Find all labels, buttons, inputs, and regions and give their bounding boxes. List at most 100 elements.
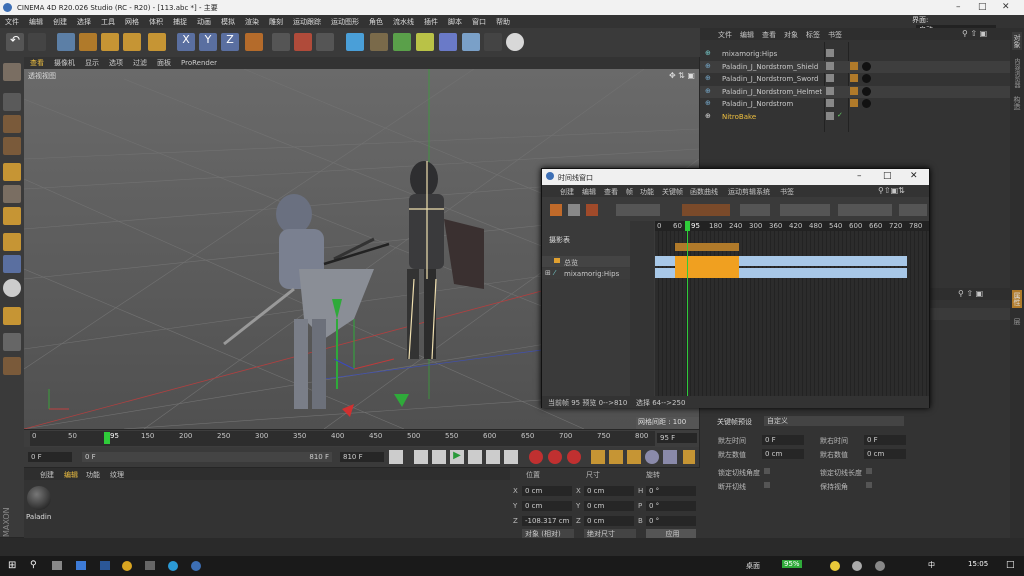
battery-indicator[interactable]: 95% (782, 560, 802, 568)
workplane-icon[interactable] (3, 137, 21, 155)
tl-minimize-button[interactable]: – (857, 171, 862, 181)
vp-menu-filter[interactable]: 过滤 (127, 57, 151, 68)
menu-render[interactable]: 渲染 (240, 15, 264, 27)
tl-fcurve-mode-icon[interactable] (568, 204, 580, 216)
vp-menu-prorender[interactable]: ProRender (175, 58, 221, 67)
rot-h-field[interactable]: 0 ° (646, 486, 696, 496)
size-x-field[interactable]: 0 cm (584, 486, 634, 496)
mat-menu-function[interactable]: 功能 (86, 470, 100, 480)
app-icon[interactable] (145, 561, 155, 570)
record-param-icon[interactable] (645, 450, 659, 464)
material-tag-icon[interactable] (862, 87, 871, 96)
play-icon[interactable]: ▶ (450, 450, 464, 464)
obj-menu-view[interactable]: 查看 (762, 30, 776, 40)
points-mode-icon[interactable] (3, 163, 21, 181)
clock[interactable]: 15:05 (968, 560, 988, 568)
object-row[interactable]: ⊕ Paladin_J_Nordstrom_Shield (700, 61, 1010, 73)
tag-icon[interactable] (850, 62, 858, 70)
rot-b-field[interactable]: 0 ° (646, 516, 696, 526)
pos-z-field[interactable]: -108.317 cm (522, 516, 572, 526)
tl-menu-functions[interactable]: 功能 (640, 187, 654, 197)
tl-tangent-icon[interactable] (899, 204, 927, 216)
tl-record-icon[interactable] (682, 204, 730, 216)
lock-angle-checkbox[interactable] (764, 468, 770, 474)
tl-close-button[interactable]: ✕ (910, 171, 918, 181)
current-frame-field[interactable]: 95 F (657, 433, 697, 443)
tl-range-bar[interactable] (675, 243, 739, 251)
mat-menu-edit[interactable]: 编辑 (64, 470, 78, 480)
notification-icon[interactable]: □ (1006, 560, 1015, 570)
tl-keyframe-selection[interactable] (675, 256, 739, 278)
menu-plugins[interactable]: 插件 (419, 15, 443, 27)
edges-mode-icon[interactable] (3, 185, 21, 203)
pos-x-field[interactable]: 0 cm (522, 486, 572, 496)
tl-curve-icon[interactable] (838, 204, 892, 216)
menu-script[interactable]: 脚本 (443, 15, 467, 27)
preview-range-slider[interactable]: 0 F 810 F (82, 452, 332, 462)
menu-file[interactable]: 文件 (0, 15, 24, 27)
rot-p-field[interactable]: 0 ° (646, 501, 696, 511)
timeline-menu-icon[interactable] (683, 450, 695, 464)
windows-start-icon[interactable]: ⊞ (8, 560, 16, 571)
mat-menu-texture[interactable]: 纹理 (110, 470, 124, 480)
lock-length-checkbox[interactable] (866, 468, 872, 474)
material-tag-icon[interactable] (862, 62, 871, 71)
record-rotation-icon[interactable] (627, 450, 641, 464)
tl-key-mode-icon[interactable] (550, 204, 562, 216)
menu-edit[interactable]: 编辑 (24, 15, 48, 27)
tray-volume-icon[interactable] (875, 561, 885, 571)
vp-menu-cameras[interactable]: 摄像机 (48, 57, 79, 68)
next-key-icon[interactable] (486, 450, 500, 464)
z-axis-icon[interactable]: Z (221, 33, 239, 51)
attr-nav-icon[interactable]: ⚲ ⇧ ▣ (958, 289, 983, 298)
viewport-nav-icon[interactable]: ✥ ⇅ ▣ (669, 71, 695, 80)
tl-dopesheet-area[interactable]: 0 60 95 180 240 300 360 420 480 540 600 … (655, 221, 929, 396)
object-row[interactable]: ⊕ Paladin_J_Nordstrom_Helmet (700, 86, 1010, 98)
mat-menu-create[interactable]: 创建 (40, 470, 54, 480)
check-icon[interactable]: ✓ (837, 111, 843, 119)
right-time-field[interactable]: 0 F (864, 435, 906, 445)
tab-structure[interactable]: 构造 (1012, 96, 1022, 110)
material-name[interactable]: Paladin (26, 513, 51, 521)
make-editable-icon[interactable] (3, 63, 21, 81)
menu-tools[interactable]: 工具 (96, 15, 120, 27)
tl-menu-keys[interactable]: 关键帧 (662, 187, 683, 197)
tl-frame-icon[interactable] (740, 204, 770, 216)
object-row[interactable]: ⊕ Paladin_J_Nordstrom (700, 98, 1010, 110)
live-selection-icon[interactable] (148, 33, 166, 51)
obj-search-icon[interactable]: ⚲ ⇧ ▣ (962, 29, 987, 38)
menu-window[interactable]: 窗口 (467, 15, 491, 27)
cinema4d-taskbar-icon[interactable] (191, 561, 201, 571)
minimize-button[interactable]: – (956, 2, 961, 12)
menu-simulate[interactable]: 模拟 (216, 15, 240, 27)
ime-indicator[interactable]: 中 (928, 560, 935, 570)
expand-icon[interactable]: ⊞ (545, 269, 551, 277)
close-button[interactable]: ✕ (1002, 2, 1010, 12)
coordinate-system-icon[interactable] (245, 33, 263, 51)
tl-interpolation-icon[interactable] (780, 204, 830, 216)
menu-create[interactable]: 创建 (48, 15, 72, 27)
timeline-ruler[interactable]: 0 50 95 150 200 250 300 350 400 450 500 … (24, 430, 699, 447)
axis-mode-icon[interactable] (3, 233, 21, 251)
tag-icon[interactable] (850, 74, 858, 82)
tl-menu-frame[interactable]: 帧 (626, 187, 633, 197)
material-tag-icon[interactable] (862, 74, 871, 83)
obj-menu-objects[interactable]: 对象 (784, 30, 798, 40)
texture-mode-icon[interactable] (3, 115, 21, 133)
obj-menu-file[interactable]: 文件 (718, 30, 732, 40)
menu-character[interactable]: 角色 (364, 15, 388, 27)
magnet-icon[interactable] (3, 307, 21, 325)
floor-icon[interactable] (462, 33, 480, 51)
tab-attributes[interactable]: 属性 (1012, 290, 1022, 308)
polygons-mode-icon[interactable] (3, 207, 21, 225)
right-value-field[interactable]: 0 cm (864, 449, 906, 459)
edge-icon[interactable] (168, 561, 178, 571)
rotate-icon[interactable] (123, 33, 141, 51)
object-row[interactable]: ⊕ NitroBake ✓ (700, 111, 1010, 123)
grid-icon[interactable] (3, 357, 21, 375)
start-frame-field[interactable]: 0 F (28, 452, 72, 462)
subdivision-icon[interactable] (393, 33, 411, 51)
tab-content-browser[interactable]: 内容浏览器 (1012, 58, 1021, 88)
menu-snap[interactable]: 捕捉 (168, 15, 192, 27)
deformer-icon[interactable] (439, 33, 457, 51)
